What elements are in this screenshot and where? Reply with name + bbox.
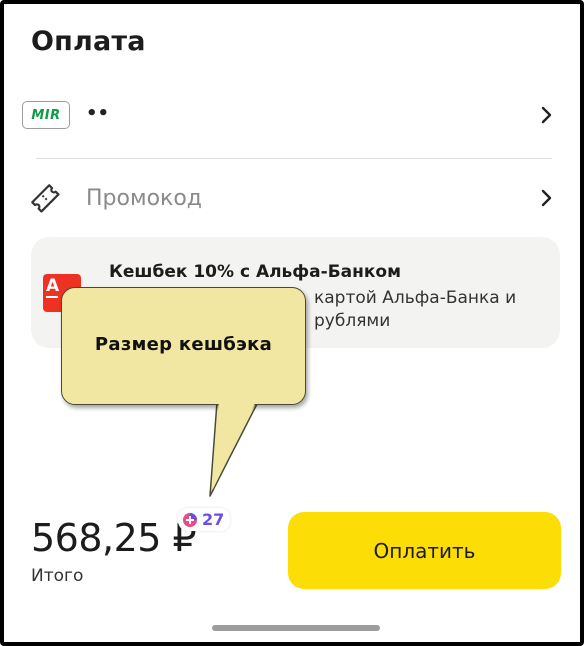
annotation-callout: Размер кешбэка — [61, 287, 306, 405]
cashback-title: Кешбек 10% с Альфа-Банком — [109, 262, 401, 282]
cashback-points-badge: 27 — [178, 508, 231, 531]
page-title: Оплата — [31, 26, 146, 57]
chevron-right-icon[interactable] — [536, 104, 558, 126]
mir-logo: MIR — [22, 101, 70, 129]
divider — [36, 158, 552, 159]
total-label: Итого — [31, 566, 84, 586]
home-indicator[interactable] — [212, 625, 380, 631]
pay-button[interactable]: Оплатить — [288, 512, 561, 589]
promo-code-row[interactable]: Промокод — [22, 178, 558, 218]
payment-screen: Оплата MIR •• Промокод А Кешбек 10% с Ал… — [0, 0, 584, 646]
cashback-points-value: 27 — [202, 510, 225, 529]
card-number-mask: •• — [86, 102, 110, 124]
plus-points-icon — [183, 512, 197, 527]
payment-method-row[interactable]: MIR •• — [22, 95, 558, 135]
ticket-icon — [31, 184, 60, 213]
chevron-right-icon[interactable] — [536, 187, 558, 209]
total-price: 568,25 ₽ — [31, 516, 197, 560]
promo-code-label: Промокод — [86, 185, 202, 211]
annotation-text: Размер кешбэка — [94, 333, 273, 355]
